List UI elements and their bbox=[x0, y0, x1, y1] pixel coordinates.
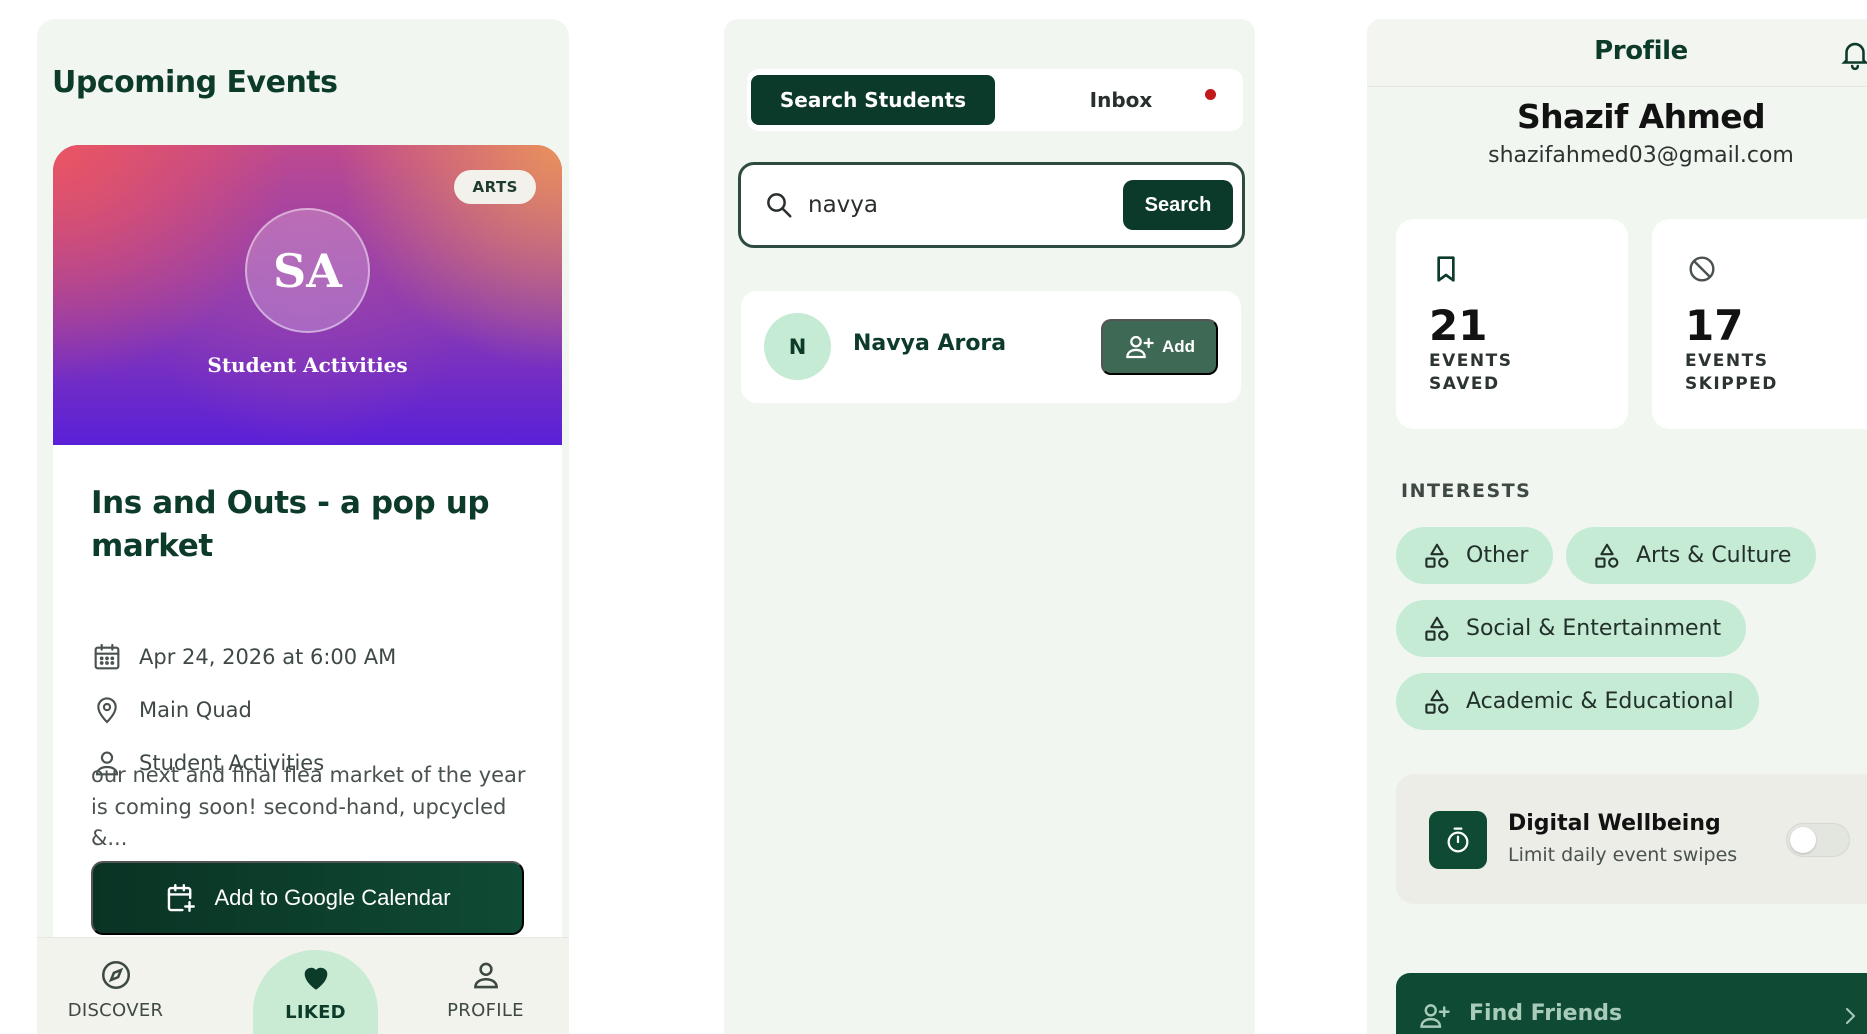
interest-chip-academic-educational[interactable]: Academic & Educational bbox=[1396, 673, 1759, 730]
toggle-knob bbox=[1790, 827, 1816, 853]
interest-chip-label: Arts & Culture bbox=[1636, 543, 1792, 568]
shapes-icon bbox=[1425, 543, 1449, 568]
stat-events-skipped[interactable]: 17 EVENTS SKIPPED bbox=[1652, 219, 1867, 429]
category-badge: ARTS bbox=[454, 170, 536, 204]
timer-icon bbox=[1447, 827, 1469, 853]
stat-saved-value: 21 bbox=[1429, 301, 1488, 350]
nav-liked-label: LIKED bbox=[285, 1002, 346, 1023]
person-add-icon bbox=[1126, 335, 1154, 359]
event-card[interactable]: ARTS SA Student Activities Ins and Outs … bbox=[53, 145, 562, 1034]
wellbeing-icon-box bbox=[1429, 811, 1487, 869]
interest-chip-social-entertainment[interactable]: Social & Entertainment bbox=[1396, 600, 1747, 657]
profile-name: Shazif Ahmed bbox=[1516, 97, 1766, 136]
stat-skipped-value: 17 bbox=[1685, 301, 1744, 350]
calendar-add-icon bbox=[168, 884, 196, 912]
profile-email: shazifahmed03@gmail.com bbox=[1488, 143, 1794, 168]
stat-saved-label: EVENTS SAVED bbox=[1429, 351, 1513, 394]
nav-profile-label: PROFILE bbox=[447, 1000, 524, 1021]
event-description: our next and final flea market of the ye… bbox=[91, 763, 526, 850]
list-item: N Navya Arora Add bbox=[741, 291, 1241, 403]
shapes-icon bbox=[1425, 616, 1449, 641]
page-title: Profile bbox=[1594, 36, 1688, 66]
segmented-control: Search Students Inbox bbox=[747, 69, 1243, 131]
add-friend-button[interactable]: Add bbox=[1101, 319, 1218, 375]
org-logo-name: Student Activities bbox=[207, 353, 408, 377]
person-icon bbox=[473, 962, 498, 989]
digital-wellbeing-card: Digital Wellbeing Limit daily event swip… bbox=[1396, 774, 1867, 904]
stat-skipped-label: EVENTS SKIPPED bbox=[1685, 351, 1778, 394]
compass-icon bbox=[101, 960, 130, 990]
stat-events-saved[interactable]: 21 EVENTS SAVED bbox=[1396, 219, 1628, 429]
events-panel: Upcoming Events ARTS SA Student Activiti… bbox=[37, 19, 569, 1034]
bottom-navigation: DISCOVER LIKED PROFILE bbox=[37, 937, 569, 1034]
search-button[interactable]: Search bbox=[1123, 180, 1233, 230]
search-input[interactable] bbox=[808, 187, 1098, 223]
heart-icon bbox=[304, 967, 327, 990]
person-add-icon bbox=[1420, 1004, 1450, 1028]
interest-chip-label: Other bbox=[1466, 543, 1529, 568]
org-logo: SA bbox=[245, 208, 370, 333]
nav-liked[interactable]: LIKED bbox=[253, 950, 378, 1034]
add-to-google-calendar-button[interactable]: Add to Google Calendar bbox=[91, 861, 524, 935]
wellbeing-title: Digital Wellbeing bbox=[1508, 811, 1721, 836]
bookmark-icon bbox=[1437, 256, 1455, 282]
wellbeing-subtitle: Limit daily event swipes bbox=[1508, 844, 1738, 866]
interest-chip-label: Social & Entertainment bbox=[1466, 616, 1722, 641]
event-location-row: Main Quad bbox=[91, 694, 252, 726]
wellbeing-toggle[interactable] bbox=[1786, 823, 1850, 857]
nav-discover[interactable]: DISCOVER bbox=[53, 938, 178, 1034]
nav-profile[interactable]: PROFILE bbox=[423, 938, 548, 1034]
interest-chip-other[interactable]: Other bbox=[1396, 527, 1554, 584]
search-icon bbox=[767, 193, 792, 218]
event-date: Apr 24, 2026 at 6:00 AM bbox=[139, 645, 397, 669]
student-name: Navya Arora bbox=[853, 331, 1007, 356]
block-icon bbox=[1689, 256, 1715, 282]
unread-indicator bbox=[1205, 89, 1216, 100]
profile-header: Profile bbox=[1367, 19, 1867, 87]
find-friends-button[interactable]: Find Friends bbox=[1396, 973, 1867, 1034]
event-hero-image: ARTS SA Student Activities bbox=[53, 145, 562, 445]
interests-heading: INTERESTS bbox=[1401, 480, 1532, 502]
search-bar: Search bbox=[738, 162, 1245, 248]
shapes-icon bbox=[1425, 689, 1449, 714]
add-to-google-calendar-label: Add to Google Calendar bbox=[214, 885, 451, 910]
location-pin-icon bbox=[97, 697, 117, 724]
tab-search-students[interactable]: Search Students bbox=[751, 75, 995, 125]
tab-inbox-label: Inbox bbox=[1089, 88, 1153, 112]
page-title: Upcoming Events bbox=[52, 65, 338, 100]
event-date-row: Apr 24, 2026 at 6:00 AM bbox=[91, 641, 396, 673]
interest-chip-label: Academic & Educational bbox=[1466, 689, 1734, 714]
bell-icon[interactable] bbox=[1838, 37, 1867, 71]
calendar-icon bbox=[94, 643, 120, 670]
nav-discover-label: DISCOVER bbox=[67, 1000, 164, 1021]
search-panel: Search Students Inbox Search N Navya Aro… bbox=[724, 19, 1255, 1034]
add-friend-label: Add bbox=[1161, 337, 1196, 356]
event-title: Ins and Outs - a pop up market bbox=[91, 485, 490, 565]
chevron-right-icon bbox=[1846, 1008, 1856, 1024]
interest-chip-arts-culture[interactable]: Arts & Culture bbox=[1566, 527, 1817, 584]
event-location: Main Quad bbox=[139, 698, 252, 722]
avatar: N bbox=[764, 313, 831, 380]
profile-panel: Profile Shazif Ahmed shazifahmed03@gmail… bbox=[1367, 19, 1867, 1034]
shapes-icon bbox=[1595, 543, 1619, 568]
find-friends-label: Find Friends bbox=[1469, 1001, 1623, 1026]
tab-inbox[interactable]: Inbox bbox=[999, 75, 1243, 125]
